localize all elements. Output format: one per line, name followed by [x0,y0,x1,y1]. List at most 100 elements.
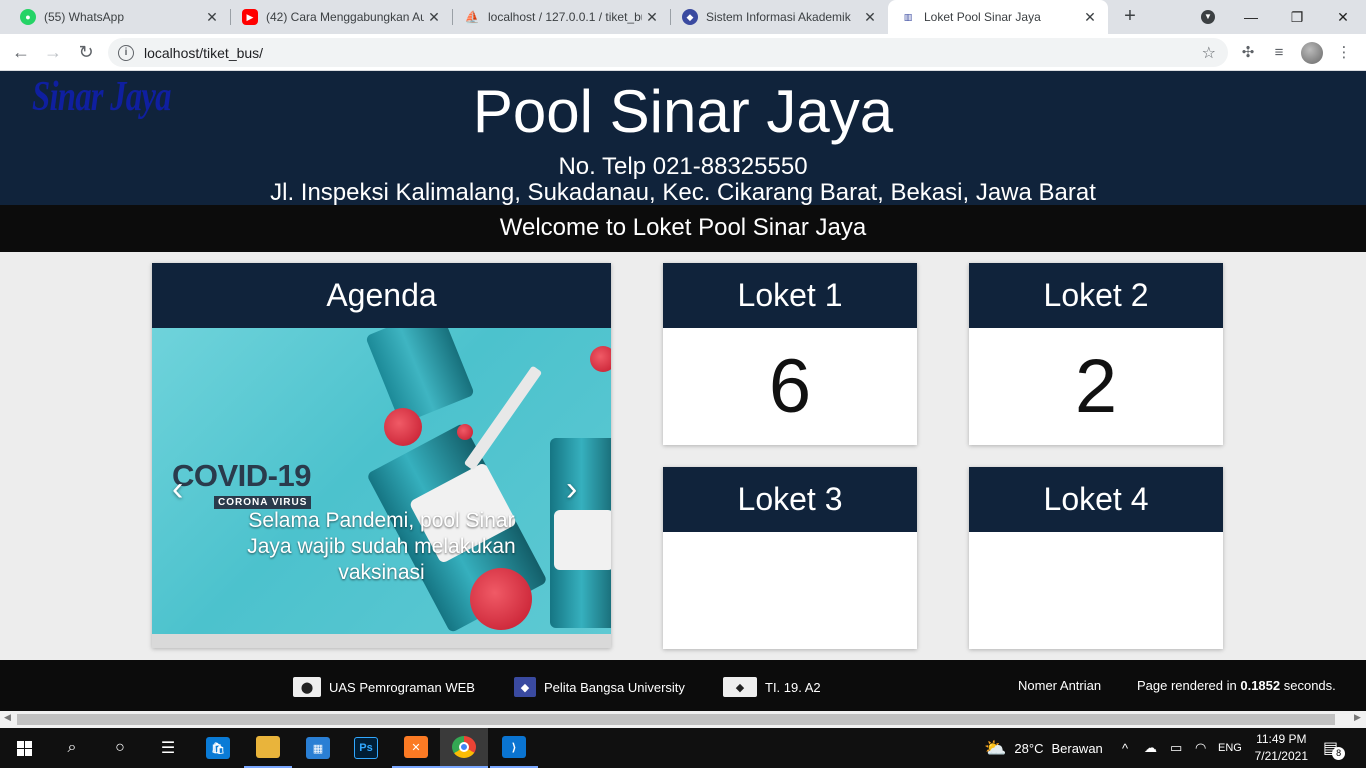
footer-university-label: Pelita Bangsa University [544,679,685,695]
queue-number: 2 [1074,344,1118,429]
vial-label-image [554,510,611,570]
footer-class: ◆ TI. 19. A2 [723,677,821,697]
clock-time: 11:49 PM [1256,732,1307,746]
weather-widget[interactable]: ⛅ 28°C Berawan [984,728,1103,768]
restore-button[interactable]: ❐ [1274,0,1320,34]
browser-toolbar: ← → ↻ i localhost/tiket_bus/ ☆ ✣ ≡ ⋮ [0,34,1366,71]
start-button[interactable] [0,728,48,768]
show-hidden-icons-button[interactable]: ^ [1122,728,1128,768]
task-view-icon[interactable]: ☰ [144,728,192,768]
close-icon[interactable]: ✕ [424,9,444,26]
store-tile: 🛍 [206,737,230,759]
loket-card-3: Loket 3 [663,467,917,649]
xampp-icon[interactable]: ✕ [392,728,440,768]
carousel-prev-button[interactable]: ‹ [172,470,183,509]
virus-image [384,408,422,446]
youtube-icon: ▶ [242,9,258,25]
clock[interactable]: 11:49 PM 7/21/2021 [1255,731,1308,765]
battery-icon[interactable]: ▭ [1170,728,1182,768]
folder-tile [256,736,280,758]
footer-class-label: TI. 19. A2 [765,679,821,695]
close-icon[interactable]: ✕ [202,9,222,26]
agenda-title: Agenda [152,263,611,328]
address: Jl. Inspeksi Kalimalang, Sukadanau, Kec.… [270,179,1096,206]
chevron-down-icon: ▼ [1201,10,1215,24]
file-explorer-icon[interactable] [244,728,292,768]
footer-university: ◆ Pelita Bangsa University [514,677,685,697]
agenda-carousel[interactable]: COVID-19 CORONA VIRUS Selama Pandemi, po… [152,328,611,634]
tab-search-button[interactable]: ▼ [1185,0,1231,34]
close-window-button[interactable]: ✕ [1320,0,1366,34]
loket-title: Loket 2 [969,263,1223,328]
media-queue-icon[interactable]: ≡ [1268,42,1290,64]
carousel-next-button[interactable]: › [566,470,577,509]
notification-center-button[interactable]: ▤ 8 [1323,728,1346,768]
tab-sia[interactable]: ◆ Sistem Informasi Akademik ✕ [670,0,888,34]
wifi-icon[interactable]: ◠ [1195,728,1206,768]
queue-link[interactable]: Nomer Antrian [1018,678,1101,693]
language-indicator[interactable]: ENG [1218,728,1242,768]
tab-title: (42) Cara Menggabungkan Au [266,10,424,24]
university-icon: ◆ [514,677,536,697]
loket-title: Loket 3 [663,467,917,532]
university-icon: ◆ [682,9,698,25]
phone-number: No. Telp 021-88325550 [558,153,808,180]
chrome-tile [452,736,476,758]
tab-title: Sistem Informasi Akademik [706,10,851,24]
back-button[interactable]: ← [8,40,34,66]
network-icon[interactable]: ☁ [1144,728,1157,768]
phpmyadmin-icon: ⛵ [464,10,480,24]
tab-loket[interactable]: ▥ Loket Pool Sinar Jaya ✕ [888,0,1108,34]
horizontal-scrollbar[interactable]: ◀ ▶ [0,711,1366,728]
forward-button[interactable]: → [40,40,66,66]
close-icon[interactable]: ✕ [642,9,662,26]
tab-whatsapp[interactable]: ● (55) WhatsApp ✕ [8,0,230,34]
clock-date: 7/21/2021 [1254,749,1308,763]
tab-youtube[interactable]: ▶ (42) Cara Menggabungkan Au ✕ [230,0,452,34]
bus-icon: ▥ [903,11,913,22]
slide-caption: Selama Pandemi, pool Sinar Jaya wajib su… [247,509,516,584]
menu-icon[interactable]: ⋮ [1333,42,1355,64]
virus-image [457,424,473,440]
reload-button[interactable]: ↻ [73,40,99,66]
tab-phpmyadmin[interactable]: ⛵ localhost / 127.0.0.1 / tiket_bu ✕ [452,0,670,34]
xampp-tile: ✕ [404,736,428,758]
vscode-icon[interactable]: ⟩ [490,728,538,768]
scrollbar-thumb[interactable] [17,714,1335,725]
weather-text: Berawan [1051,740,1103,756]
address-bar[interactable]: i localhost/tiket_bus/ ☆ [108,38,1228,67]
diamond-icon: ◆ [723,677,757,697]
footer-course-label: UAS Pemrograman WEB [329,679,475,695]
scroll-left-icon[interactable]: ◀ [4,712,11,723]
render-prefix: Page rendered in [1137,678,1241,693]
close-icon[interactable]: ✕ [1080,9,1100,26]
control-panel-icon[interactable]: ▦ [294,728,342,768]
notification-count: 8 [1332,746,1346,760]
queue-number [663,532,917,649]
cortana-icon[interactable]: ○ [96,728,144,768]
syringe-image [463,365,543,471]
bookmark-star-icon[interactable]: ☆ [1202,43,1216,63]
slide-heading: COVID-19 [172,458,311,493]
store-icon[interactable]: 🛍 [194,728,242,768]
chrome-icon[interactable] [440,728,488,768]
windows-taskbar: ⌕ ○ ☰ 🛍 ▦ Ps ✕ ⟩ ⛅ 28°C Berawan ^ ☁ ▭ ◠ … [0,728,1366,768]
close-icon[interactable]: ✕ [860,9,880,26]
new-tab-button[interactable]: + [1118,5,1142,29]
whatsapp-icon: ● [20,9,36,25]
keyhole-icon: ⬤ [293,677,321,697]
site-footer: ⬤ UAS Pemrograman WEB ◆ Pelita Bangsa Un… [0,660,1366,711]
avatar[interactable] [1301,42,1323,64]
vscode-tile: ⟩ [502,736,526,758]
footer-course: ⬤ UAS Pemrograman WEB [293,677,475,697]
loket-card-2: Loket 2 2 [969,263,1223,445]
tab-title: (55) WhatsApp [44,10,125,24]
info-icon[interactable]: i [118,44,134,61]
virus-image [590,346,611,372]
cloud-sun-icon: ⛅ [984,737,1007,758]
extensions-icon[interactable]: ✣ [1237,42,1259,64]
minimize-button[interactable]: — [1228,0,1274,34]
scroll-right-icon[interactable]: ▶ [1354,712,1361,723]
search-icon[interactable]: ⌕ [48,728,96,768]
photoshop-icon[interactable]: Ps [342,728,390,768]
